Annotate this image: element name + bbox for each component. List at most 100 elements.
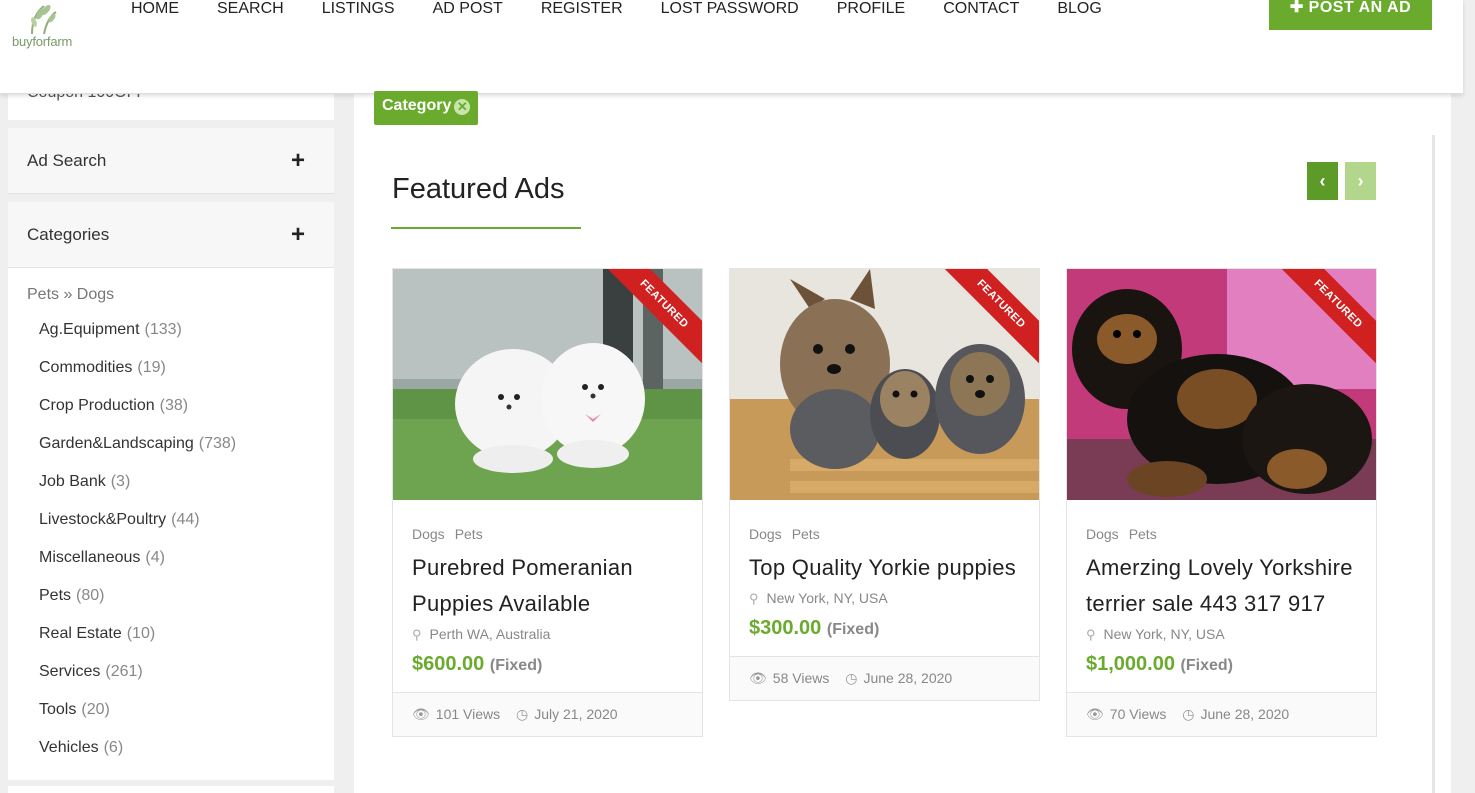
nav-listings[interactable]: LISTINGS [322, 0, 395, 18]
ad-category-link[interactable]: Dogs [749, 526, 782, 542]
category-item[interactable]: Commodities (19) [39, 359, 166, 377]
category-item[interactable]: Ag.Equipment (133) [39, 321, 182, 339]
category-count: (20) [81, 701, 110, 718]
ad-date: July 21, 2020 [534, 706, 618, 722]
category-filter-tag[interactable]: Category ✕ [374, 91, 479, 125]
ad-location-text: Perth WA, Australia [429, 626, 551, 642]
sidebar-next-widget [8, 786, 334, 793]
ad-category-link[interactable]: Pets [1129, 526, 1157, 542]
category-item[interactable]: Garden&Landscaping (738) [39, 435, 236, 453]
category-count: (38) [159, 397, 189, 414]
nav-profile[interactable]: PROFILE [837, 0, 905, 18]
expand-plus-icon[interactable]: + [291, 221, 305, 249]
ad-price-type: (Fixed) [826, 621, 880, 638]
category-item[interactable]: Crop Production (38) [39, 397, 188, 415]
category-breadcrumb[interactable]: Pets » Dogs [27, 286, 114, 304]
ad-image[interactable]: FEATURED [730, 269, 1039, 500]
categories-widget-header[interactable]: Categories + [8, 202, 334, 268]
eye-icon: 👁 [749, 670, 767, 686]
carousel-next-button[interactable]: › [1345, 162, 1376, 200]
ad-location: ⚲ Perth WA, Australia [412, 626, 683, 643]
clock-icon: ◷ [845, 670, 858, 686]
post-an-ad-button[interactable]: ✚ POST AN AD [1269, 0, 1432, 30]
category-item[interactable]: Vehicles (6) [39, 739, 123, 757]
category-count: (6) [103, 739, 124, 756]
section-title: Featured Ads [392, 173, 565, 205]
ad-card-footer: 👁 58 Views ◷ June 28, 2020 [730, 656, 1039, 700]
category-item[interactable]: Miscellaneous (4) [39, 549, 165, 567]
ad-categories: Dogs Pets [412, 526, 683, 542]
ad-category-link[interactable]: Dogs [1086, 526, 1119, 542]
category-count: (19) [137, 359, 166, 376]
nav-search[interactable]: SEARCH [217, 0, 284, 18]
title-underline [391, 227, 581, 229]
nav-blog[interactable]: BLOG [1057, 0, 1101, 18]
ad-card-body: Dogs Pets Amerzing Lovely Yorkshire terri… [1067, 500, 1376, 676]
category-item[interactable]: Job Bank (3) [39, 473, 130, 491]
location-pin-icon: ⚲ [749, 591, 759, 606]
ad-card[interactable]: FEATURED Dogs Pets Amerzing Lovely Yorksh… [1066, 268, 1377, 737]
category-label: Commodities [39, 359, 133, 376]
ad-views: 101 Views [435, 706, 501, 722]
ad-title[interactable]: Purebred Pomeranian Puppies Available [412, 550, 683, 622]
remove-filter-icon[interactable]: ✕ [454, 99, 471, 115]
logo-text: buyforfarm [12, 34, 73, 49]
category-item[interactable]: Livestock&Poultry (44) [39, 511, 200, 529]
ad-category-link[interactable]: Pets [455, 526, 483, 542]
categories-title: Categories [27, 225, 110, 244]
category-item[interactable]: Pets (80) [39, 587, 104, 605]
category-item[interactable]: Real Estate (10) [39, 625, 155, 643]
nav-contact[interactable]: CONTACT [943, 0, 1019, 18]
site-header: buyforfarm HOME SEARCH LISTINGS AD POST … [0, 0, 1463, 94]
wheat-logo-icon [31, 5, 57, 35]
ad-location: ⚲ New York, NY, USA [749, 590, 1020, 607]
category-count: (80) [76, 587, 105, 604]
location-pin-icon: ⚲ [1086, 627, 1096, 642]
ad-card-footer: 👁 101 Views ◷ July 21, 2020 [393, 692, 702, 736]
ad-image[interactable]: FEATURED [1067, 269, 1376, 500]
category-item[interactable]: Tools (20) [39, 701, 110, 719]
ad-image[interactable]: FEATURED [393, 269, 702, 500]
ad-price-value: $600.00 [412, 653, 485, 675]
category-count: (3) [110, 473, 131, 490]
nav-home[interactable]: HOME [131, 0, 179, 18]
carousel-prev-button[interactable]: ‹ [1307, 162, 1338, 200]
ad-search-title: Ad Search [27, 151, 107, 170]
ad-card-body: Dogs Pets Purebred Pomeranian Puppies Ava… [393, 500, 702, 676]
filter-tag-label: Category [382, 97, 452, 114]
categories-list: Pets » Dogs Ag.Equipment (133) Commoditie… [8, 268, 334, 780]
ad-categories: Dogs Pets [1086, 526, 1357, 542]
ad-title[interactable]: Top Quality Yorkie puppies [749, 550, 1020, 586]
category-label: Miscellaneous [39, 549, 141, 566]
ad-price-type: (Fixed) [489, 657, 543, 674]
ad-views: 70 Views [1109, 706, 1167, 722]
eye-icon: 👁 [412, 706, 430, 722]
category-count: (10) [126, 625, 156, 642]
ad-location-text: New York, NY, USA [1103, 626, 1225, 642]
category-count: (44) [171, 511, 200, 528]
clock-icon: ◷ [516, 706, 529, 722]
category-item[interactable]: Services (261) [39, 663, 143, 681]
main-nav: HOME SEARCH LISTINGS AD POST REGISTER LO… [131, 0, 1140, 18]
category-label: Garden&Landscaping [39, 435, 194, 452]
ad-card[interactable]: FEATURED Dogs Pets Top Quality Yorkie pup… [729, 268, 1040, 701]
main-divider [1432, 135, 1435, 793]
expand-plus-icon[interactable]: + [291, 147, 305, 175]
ad-price-value: $1,000.00 [1086, 653, 1175, 675]
category-count: (261) [105, 663, 143, 680]
ad-category-link[interactable]: Dogs [412, 526, 445, 542]
ad-card-body: Dogs Pets Top Quality Yorkie puppies ⚲ New… [730, 500, 1039, 640]
ad-date: June 28, 2020 [863, 670, 953, 686]
nav-register[interactable]: REGISTER [541, 0, 623, 18]
ad-card[interactable]: FEATURED Dogs Pets Purebred Pomeranian Pu… [392, 268, 703, 737]
category-label: Ag.Equipment [39, 321, 140, 338]
ad-search-widget-header[interactable]: Ad Search + [8, 128, 334, 194]
ad-category-link[interactable]: Pets [792, 526, 820, 542]
category-count: (738) [198, 435, 237, 452]
nav-lost-password[interactable]: LOST PASSWORD [661, 0, 799, 18]
ad-categories: Dogs Pets [749, 526, 1020, 542]
ad-card-footer: 👁 70 Views ◷ June 28, 2020 [1067, 692, 1376, 736]
category-label: Real Estate [39, 625, 122, 642]
ad-title[interactable]: Amerzing Lovely Yorkshire terrier sale 4… [1086, 550, 1357, 622]
nav-ad-post[interactable]: AD POST [433, 0, 503, 18]
